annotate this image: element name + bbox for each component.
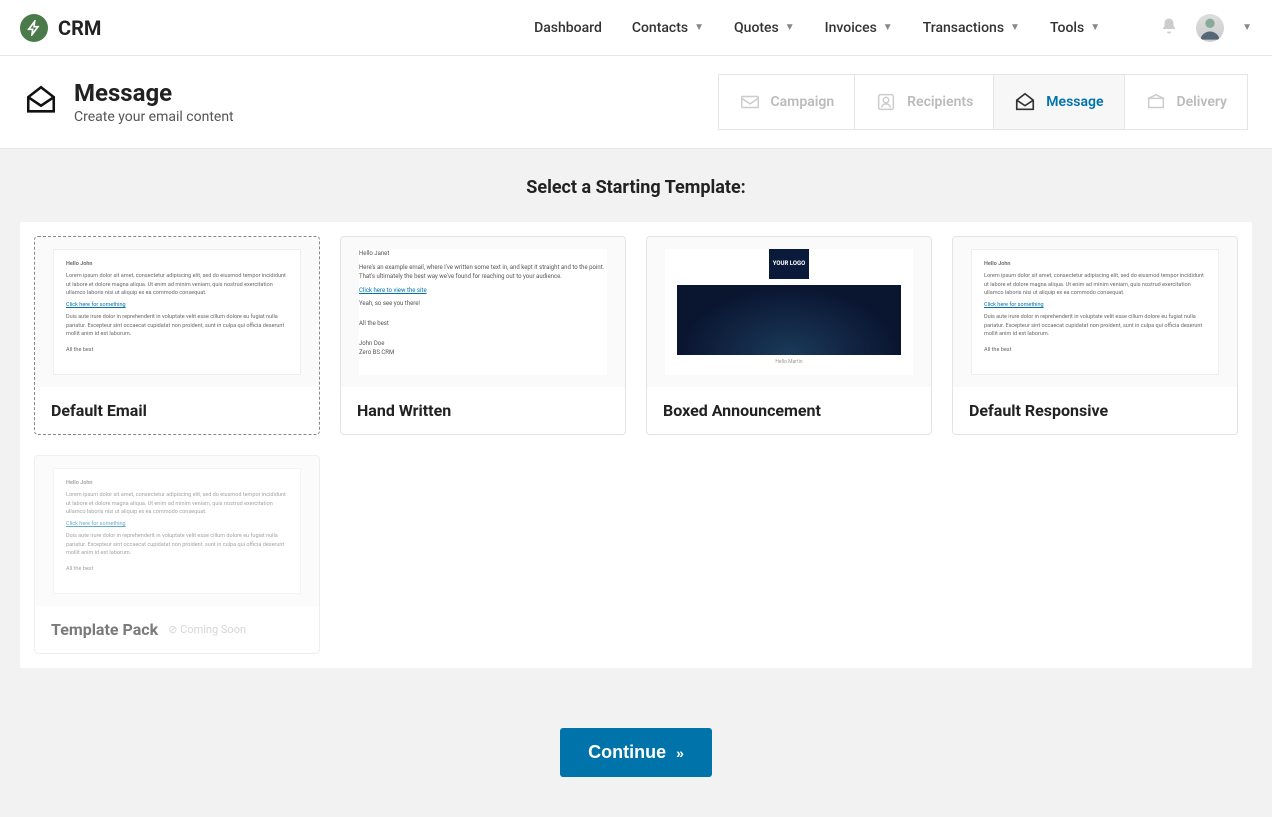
template-default-responsive[interactable]: Hello John Lorem ipsum dolor sit amet, c… [952,236,1238,435]
page-title: Message [74,79,234,107]
mail-open-icon [24,83,58,121]
template-name: Boxed Announcement [663,401,821,420]
nav-tools[interactable]: Tools ▼ [1050,20,1100,36]
template-name: Hand Written [357,401,451,420]
templates-panel: Hello John Lorem ipsum dolor sit amet, c… [20,222,1252,668]
template-preview: Hello John Lorem ipsum dolor sit amet, c… [35,456,319,606]
template-hand-written[interactable]: Hello Janet Here's an example email, whe… [340,236,626,435]
notifications-icon[interactable] [1160,17,1178,39]
hero-image [677,285,900,355]
template-name: Default Email [51,401,147,420]
template-preview: Hello John Lorem ipsum dolor sit amet, c… [35,237,319,387]
nav-quotes[interactable]: Quotes ▼ [734,20,795,36]
main-nav: Dashboard Contacts ▼ Quotes ▼ Invoices ▼… [534,14,1252,42]
brand[interactable]: CRM [20,14,101,42]
logo-placeholder: YOUR LOGO [769,249,809,279]
chevron-down-icon[interactable]: ▼ [1242,22,1252,33]
step-recipients[interactable]: Recipients [855,74,994,130]
template-template-pack[interactable]: Hello John Lorem ipsum dolor sit amet, c… [34,455,320,654]
wizard-steps: Campaign Recipients Message Delivery [718,74,1249,130]
chevron-down-icon: ▼ [785,22,795,33]
user-avatar[interactable] [1196,14,1224,42]
nav-dashboard[interactable]: Dashboard [534,20,602,36]
top-navbar: CRM Dashboard Contacts ▼ Quotes ▼ Invoic… [0,0,1272,56]
chevron-down-icon: ▼ [1090,22,1100,33]
template-preview: Hello Janet Here's an example email, whe… [341,237,625,387]
nav-invoices[interactable]: Invoices ▼ [825,20,893,36]
template-default-email[interactable]: Hello John Lorem ipsum dolor sit amet, c… [34,236,320,435]
nav-transactions[interactable]: Transactions ▼ [923,20,1020,36]
step-campaign[interactable]: Campaign [718,74,856,130]
chevron-down-icon: ▼ [694,22,704,33]
template-name: Default Responsive [969,401,1108,420]
step-message[interactable]: Message [994,74,1124,130]
template-name: Template Pack [51,620,158,639]
template-preview: Hello John Lorem ipsum dolor sit amet, c… [953,237,1237,387]
continue-button[interactable]: Continue » [560,728,712,777]
step-delivery[interactable]: Delivery [1125,74,1249,130]
chevron-down-icon: ▼ [1010,22,1020,33]
section-title: Select a Starting Template: [0,177,1272,198]
coming-soon-badge: ⊘ Coming Soon [168,623,246,636]
brand-name: CRM [58,16,101,40]
nav-contacts[interactable]: Contacts ▼ [632,20,704,36]
chevron-right-double-icon: » [676,745,684,761]
page-subheader: Message Create your email content Campai… [0,56,1272,149]
main-content: Select a Starting Template: Hello John L… [0,149,1272,817]
brand-logo-icon [20,14,48,42]
template-preview: YOUR LOGO Hello Martin [647,237,931,387]
chevron-down-icon: ▼ [883,22,893,33]
page-subtitle: Create your email content [74,109,234,125]
template-boxed-announcement[interactable]: YOUR LOGO Hello Martin Boxed Announcemen… [646,236,932,435]
